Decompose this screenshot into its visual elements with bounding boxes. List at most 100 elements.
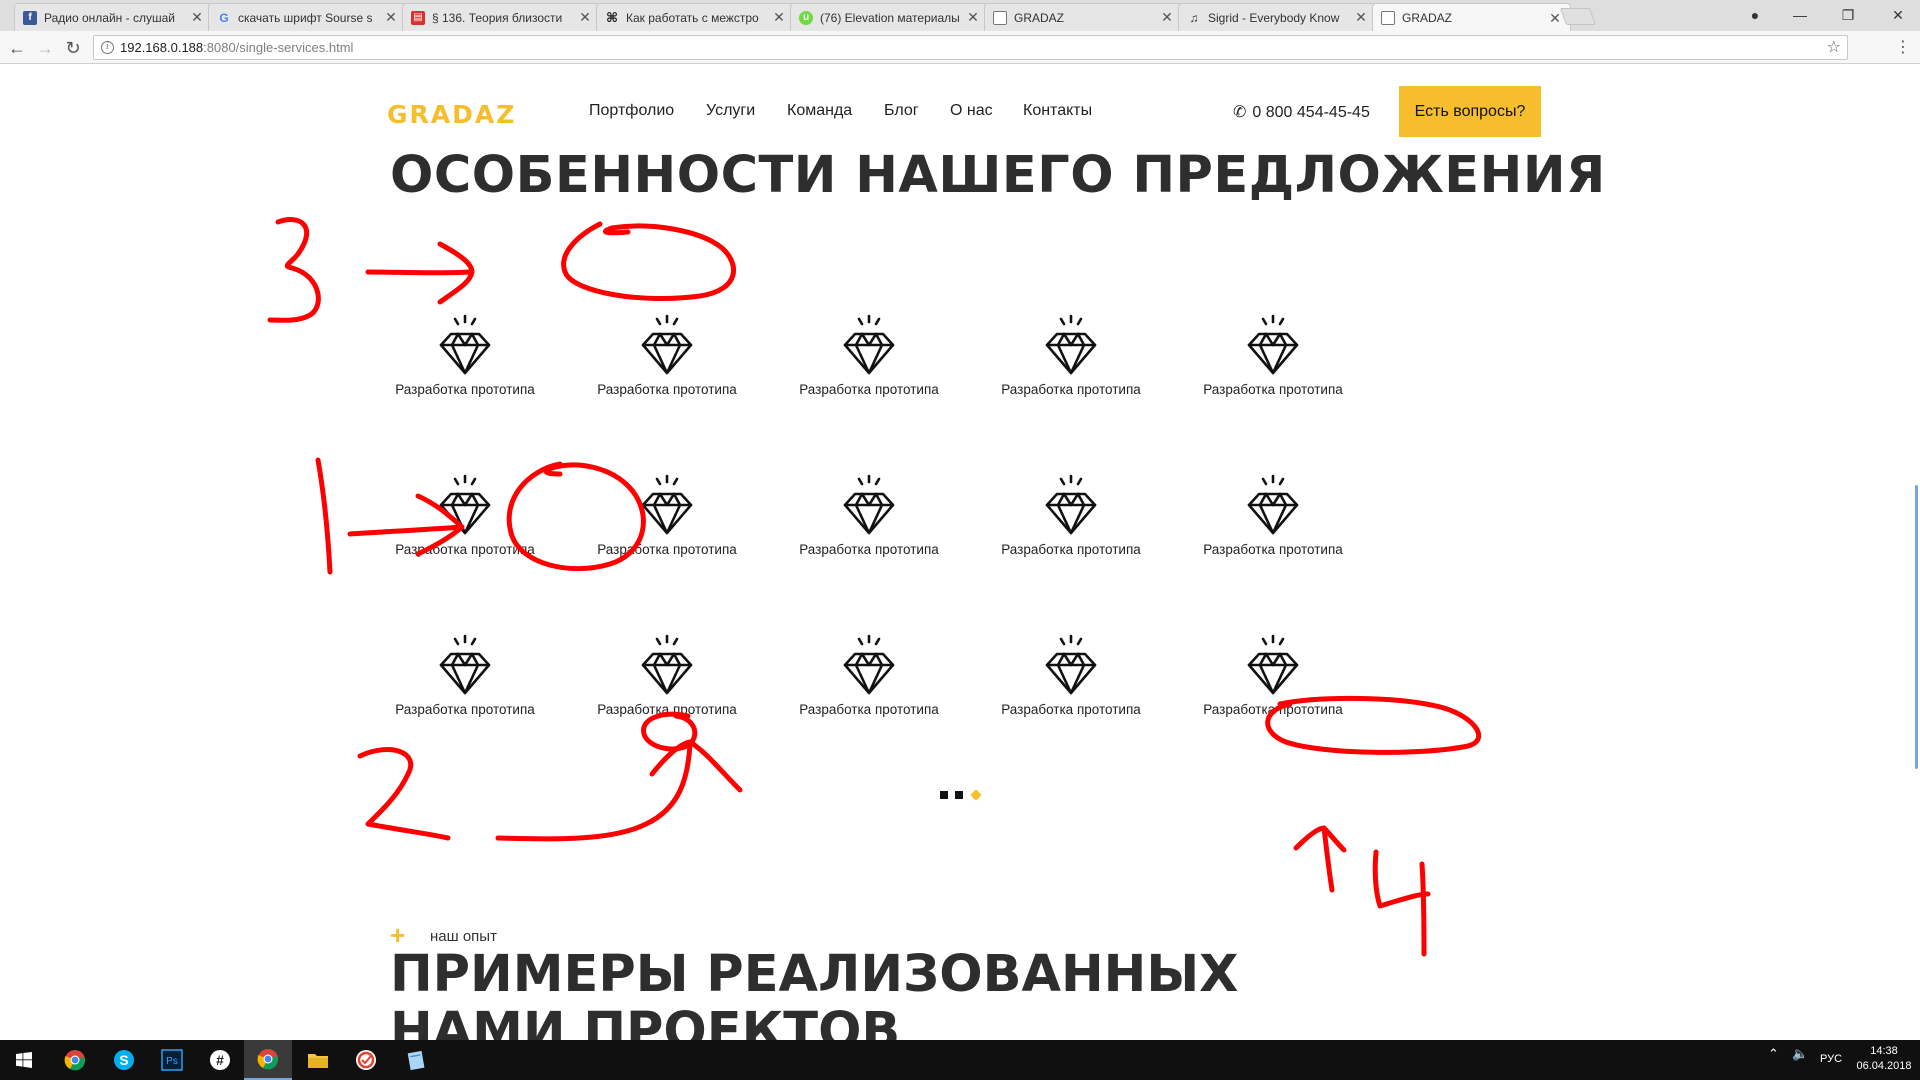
questions-button[interactable]: Есть вопросы? xyxy=(1399,86,1541,137)
slack-icon[interactable]: # xyxy=(196,1040,244,1080)
close-tab-icon[interactable]: ✕ xyxy=(1548,10,1562,27)
folder-icon[interactable] xyxy=(294,1040,342,1080)
diamond-icon xyxy=(439,634,491,695)
bookmark-star-icon[interactable]: ☆ xyxy=(1827,36,1841,59)
browser-tab[interactable]: ▤ § 136. Теория близости ✕ xyxy=(402,3,601,31)
url-host: 192.168.0.188 xyxy=(120,40,204,55)
close-tab-icon[interactable]: ✕ xyxy=(1160,9,1174,26)
close-tab-icon[interactable]: ✕ xyxy=(190,9,204,26)
scrollbar-thumb[interactable] xyxy=(1915,485,1918,769)
feature-label: Разработка прототипа xyxy=(395,702,535,717)
pagination-dot-2[interactable] xyxy=(955,791,963,799)
close-tab-icon[interactable]: ✕ xyxy=(384,9,398,26)
projects-eyebrow: наш опыт xyxy=(430,928,497,945)
skype-icon[interactable]: S xyxy=(100,1040,148,1080)
site-logo[interactable]: GRADAZ xyxy=(387,100,516,129)
annotation-number-4 xyxy=(1372,849,1431,957)
feature-item: Разработка прототипа xyxy=(577,474,757,557)
tab-title: Sigrid - Everybody Know xyxy=(1208,10,1340,25)
windows-start-icon[interactable] xyxy=(0,1040,48,1080)
annotation-arrow-2 xyxy=(495,739,743,842)
browser-tab-active[interactable]: GRADAZ ✕ xyxy=(1372,3,1571,32)
reload-button[interactable]: ↻ xyxy=(62,37,84,59)
nav-link-blog[interactable]: Блог xyxy=(884,102,919,120)
nav-link-contacts[interactable]: Контакты xyxy=(1023,102,1092,120)
tab-title: (76) Elevation материалы xyxy=(820,10,960,25)
feature-item: Разработка прототипа xyxy=(1183,474,1363,557)
diamond-icon xyxy=(843,474,895,535)
phone-number: 0 800 454-45-45 xyxy=(1252,104,1370,121)
red-annotations xyxy=(267,217,1482,957)
close-window-button[interactable]: ✕ xyxy=(1883,4,1913,26)
close-tab-icon[interactable]: ✕ xyxy=(966,9,980,26)
nav-link-portfolio[interactable]: Портфолио xyxy=(589,102,674,120)
browser-tab[interactable]: ⌘ Как работать с межстро ✕ xyxy=(596,3,795,31)
feature-item: Разработка прототипа xyxy=(779,634,959,717)
pagination-dot-1[interactable] xyxy=(940,791,948,799)
nav-link-about[interactable]: О нас xyxy=(950,102,993,120)
browser-tab[interactable]: f Радио онлайн - слушай ✕ xyxy=(14,3,213,31)
feature-item: Разработка прототипа xyxy=(577,634,757,717)
diamond-icon xyxy=(641,474,693,535)
facebook-icon: f xyxy=(23,10,37,25)
nav-link-team[interactable]: Команда xyxy=(787,102,852,120)
close-tab-icon[interactable]: ✕ xyxy=(1354,9,1368,26)
feature-label: Разработка прототипа xyxy=(1203,382,1343,397)
diamond-icon xyxy=(1045,474,1097,535)
system-clock[interactable]: 14:38 06.04.2018 xyxy=(1853,1044,1915,1074)
forward-button[interactable]: → xyxy=(34,37,56,59)
address-bar[interactable]: i 192.168.0.188:8080/single-services.htm… xyxy=(93,35,1848,60)
profile-icon[interactable]: ● xyxy=(1740,4,1770,26)
google-icon: G xyxy=(219,10,229,25)
language-indicator[interactable]: РУС xyxy=(1820,1053,1842,1065)
feature-label: Разработка прототипа xyxy=(799,542,939,557)
menu-icon[interactable]: ⋮ xyxy=(1892,37,1914,59)
browser-tab[interactable]: u (76) Elevation материалы ✕ xyxy=(790,3,989,31)
close-tab-icon[interactable]: ✕ xyxy=(772,9,786,26)
music-icon: ♫ xyxy=(1189,10,1199,25)
annotation-arrow-4 xyxy=(1293,825,1347,893)
pagination-dot-3-active[interactable] xyxy=(970,789,982,801)
diamond-icon xyxy=(1247,314,1299,375)
command-icon: ⌘ xyxy=(605,9,619,25)
volume-icon[interactable]: 🔈 xyxy=(1792,1046,1808,1062)
phone-icon: ✆ xyxy=(1233,104,1247,121)
tray-expand-icon[interactable]: ⌃ xyxy=(1768,1046,1779,1062)
diamond-icon xyxy=(439,474,491,535)
restore-button[interactable]: ❐ xyxy=(1833,4,1863,26)
browser-tab[interactable]: GRADAZ ✕ xyxy=(984,3,1183,31)
feature-label: Разработка прототипа xyxy=(799,702,939,717)
feature-label: Разработка прототипа xyxy=(395,382,535,397)
diamond-icon xyxy=(641,634,693,695)
back-button[interactable]: ← xyxy=(6,37,28,59)
feature-label: Разработка прототипа xyxy=(1001,382,1141,397)
feature-item: Разработка прототипа xyxy=(375,634,555,717)
info-icon[interactable]: i xyxy=(101,41,114,54)
browser-tab[interactable]: ♫ Sigrid - Everybody Know ✕ xyxy=(1178,3,1377,31)
phone-link[interactable]: ✆ 0 800 454-45-45 xyxy=(1233,102,1370,122)
notepad-icon[interactable] xyxy=(392,1040,440,1080)
close-tab-icon[interactable]: ✕ xyxy=(578,9,592,26)
nav-link-services[interactable]: Услуги xyxy=(706,102,755,120)
new-tab-button[interactable] xyxy=(1559,8,1597,25)
feature-label: Разработка прототипа xyxy=(1001,702,1141,717)
feature-item: Разработка прототипа xyxy=(1183,314,1363,397)
upwork-icon: u xyxy=(799,10,813,25)
feature-item: Разработка прототипа xyxy=(981,314,1161,397)
minimize-button[interactable]: — xyxy=(1785,4,1815,26)
tab-title: GRADAZ xyxy=(1014,10,1065,25)
tab-title: Как работать с межстро xyxy=(626,10,759,25)
browser-toolbar: ← → ↻ i 192.168.0.188:8080/single-servic… xyxy=(0,31,1920,64)
photoshop-icon[interactable]: Ps xyxy=(148,1040,196,1080)
todoist-icon[interactable] xyxy=(342,1040,390,1080)
diamond-icon xyxy=(1045,634,1097,695)
clock-time: 14:38 xyxy=(1870,1045,1898,1057)
browser-tab[interactable]: G скачать шрифт Sourse s ✕ xyxy=(208,3,407,31)
feature-item: Разработка прототипа xyxy=(779,474,959,557)
url-path: :8080/single-services.html xyxy=(203,40,354,55)
feature-item: Разработка прототипа xyxy=(1183,634,1363,717)
svg-text:Ps: Ps xyxy=(166,1056,178,1067)
chrome-active-icon[interactable] xyxy=(244,1040,292,1080)
chrome-icon[interactable] xyxy=(51,1040,99,1080)
annotation-oval-3 xyxy=(561,221,737,302)
